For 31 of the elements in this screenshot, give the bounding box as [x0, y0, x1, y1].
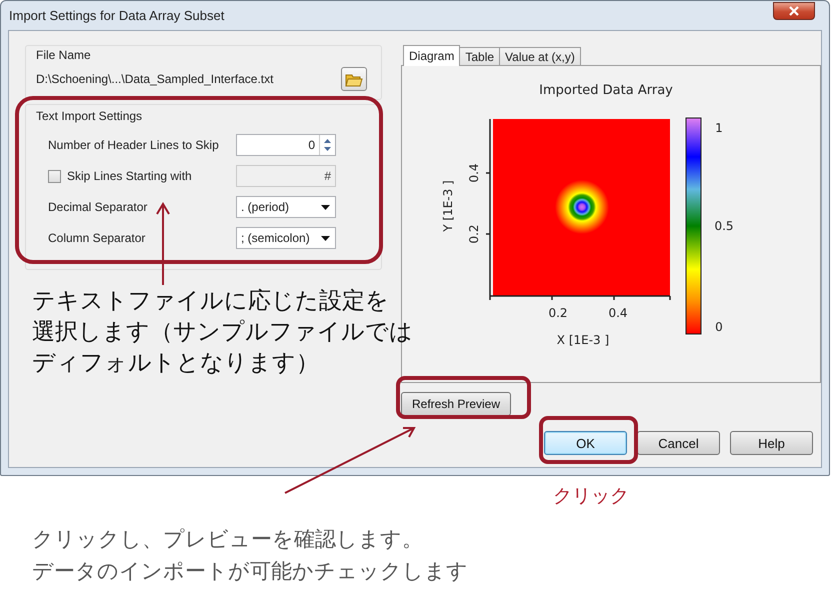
annotation-text: テキストファイルに応じた設定を 選択します（サンプルファイルでは ディフォルトとなります）: [32, 287, 413, 378]
field-label: Decimal Separator: [48, 200, 148, 214]
file-path: D:\Schoening\...\Data_Sampled_Interface.txt: [36, 72, 274, 86]
tab[interactable]: Table: [459, 47, 500, 65]
tab[interactable]: Diagram: [403, 45, 460, 66]
dialog-button[interactable]: Cancel: [637, 431, 720, 455]
dropdown[interactable]: . (period): [236, 196, 336, 218]
window-title: Import Settings for Data Array Subset: [9, 8, 224, 23]
refresh-preview-button[interactable]: Refresh Preview: [401, 392, 511, 416]
dialog-button[interactable]: Help: [730, 431, 813, 455]
number-spinner[interactable]: 0: [236, 134, 336, 156]
checkbox-label: Skip Lines Starting with: [67, 169, 192, 183]
axis-label: X [1E-3 ]: [556, 333, 610, 347]
axis-tick-label: 0.4: [608, 306, 628, 320]
group-label: File Name: [36, 48, 91, 62]
annotation-text: クリック: [553, 484, 629, 509]
axis-tick-label: 0.4: [467, 163, 481, 183]
color-scale-label: 0.5: [714, 219, 734, 233]
annotation-text: クリックし、プレビューを確認します。 データのインポートが可能かチェックします: [32, 526, 469, 585]
field-label: Number of Header Lines to Skip: [48, 138, 219, 152]
axis-tick-label: 0.2: [467, 224, 481, 244]
group-label: Text Import Settings: [36, 109, 142, 123]
color-scale-label: 1: [715, 121, 723, 135]
axis-label: Y [1E-3 ]: [441, 180, 455, 232]
field-label: Column Separator: [48, 231, 146, 245]
color-scale-label: 0: [715, 320, 723, 334]
tab[interactable]: Value at (x,y): [499, 47, 581, 65]
dialog-button[interactable]: OK: [544, 431, 627, 455]
axis-tick-label: 0.2: [548, 306, 568, 320]
chart-title: Imported Data Array: [539, 83, 673, 98]
dropdown[interactable]: ; (semicolon): [236, 227, 336, 249]
